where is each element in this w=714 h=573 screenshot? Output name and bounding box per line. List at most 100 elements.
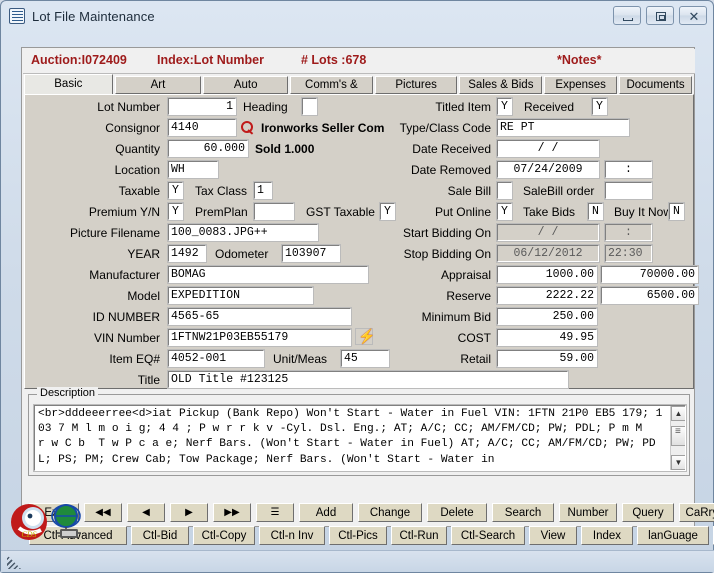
resize-grip[interactable] (7, 555, 21, 569)
model-input[interactable]: EXPEDITION (168, 287, 313, 304)
appraisal-input[interactable]: 1000.00 (497, 266, 597, 283)
carry-off-button[interactable]: CaRry Off (679, 503, 714, 522)
index-button[interactable]: Index (581, 526, 633, 545)
start-bidding-input[interactable]: / / (497, 224, 599, 241)
add-button[interactable]: Add (299, 503, 353, 522)
type-class-input[interactable]: RE PT (497, 119, 629, 136)
scroll-up-button[interactable]: ▲ (671, 406, 686, 421)
sale-bill-label: Sale Bill (377, 184, 491, 199)
minimize-button[interactable] (613, 6, 641, 25)
maximize-button[interactable] (646, 6, 674, 25)
query-button[interactable]: Query (622, 503, 674, 522)
previous-record-button[interactable]: ◀ (127, 503, 165, 522)
last-record-button[interactable]: ▶▶ (213, 503, 251, 522)
reserve-input[interactable]: 2222.22 (497, 287, 597, 304)
ctl-bid-button[interactable]: Ctl-Bid (131, 526, 189, 545)
tab-documents[interactable]: Documents (619, 76, 692, 94)
close-button[interactable]: ✕ (679, 6, 707, 25)
item-eq-label: Item EQ# (35, 352, 160, 367)
sale-bill-input[interactable] (497, 182, 512, 199)
manufacturer-label: Manufacturer (35, 268, 160, 283)
lot-number-input[interactable]: 1 (168, 98, 236, 115)
premium-input[interactable]: Y (168, 203, 183, 220)
retail-input[interactable]: 59.00 (497, 350, 597, 367)
date-removed-input[interactable]: 07/24/2009 (497, 161, 599, 178)
tax-class-input[interactable]: 1 (254, 182, 272, 199)
id-number-label: ID NUMBER (35, 310, 160, 325)
scroll-down-button[interactable]: ▼ (671, 455, 686, 470)
tab-strip: Basic Art Auto Comm's & Notes Pictures S… (24, 74, 694, 94)
picture-filename-input[interactable]: 100_0083.JPG++ (168, 224, 318, 241)
heading-input[interactable] (302, 98, 317, 115)
tab-comms-notes[interactable]: Comm's & Notes (290, 76, 373, 94)
taxable-label: Taxable (35, 184, 160, 199)
view-button[interactable]: View (529, 526, 577, 545)
next-record-button[interactable]: ▶ (170, 503, 208, 522)
tab-art[interactable]: Art (115, 76, 202, 94)
titled-item-input[interactable]: Y (497, 98, 512, 115)
first-record-button[interactable]: ◀◀ (84, 503, 122, 522)
stop-bidding-input[interactable]: 06/12/2012 (497, 245, 599, 262)
put-online-input[interactable]: Y (497, 203, 512, 220)
tab-pictures[interactable]: Pictures (375, 76, 458, 94)
consignor-input[interactable]: 4140 (168, 119, 236, 136)
sold-quantity-text: Sold 1.000 (255, 142, 314, 157)
change-button[interactable]: Change (358, 503, 422, 522)
appraisal-label: Appraisal (377, 268, 491, 283)
ctl-search-button[interactable]: Ctl-Search (451, 526, 525, 545)
received-input[interactable]: Y (592, 98, 607, 115)
date-received-input[interactable]: / / (497, 140, 599, 157)
magnifier-icon[interactable] (238, 119, 257, 136)
tab-sales-bids[interactable]: Sales & Bids (459, 76, 542, 94)
year-input[interactable]: 1492 (168, 245, 206, 262)
premplan-input[interactable] (254, 203, 294, 220)
tab-basic[interactable]: Basic (24, 74, 113, 94)
item-eq-input[interactable]: 4052-001 (168, 350, 264, 367)
put-online-label: Put Online (377, 205, 491, 220)
lot-number-label: Lot Number (35, 100, 160, 115)
description-textarea[interactable]: <br>dddeeerree<d>iat Pickup (Bank Repo) … (34, 405, 686, 471)
vin-number-input[interactable]: 1FTNW21P03EB55179 (168, 329, 351, 346)
take-bids-input[interactable]: N (588, 203, 603, 220)
salebill-order-input[interactable] (605, 182, 652, 199)
taxable-input[interactable]: Y (168, 182, 183, 199)
odometer-label: Odometer (215, 247, 268, 262)
manufacturer-input[interactable]: BOMAG (168, 266, 368, 283)
stop-bidding-time-input[interactable]: 22:30 (605, 245, 652, 262)
picture-filename-label: Picture Filename (35, 226, 160, 241)
reserve-high-input[interactable]: 6500.00 (601, 287, 698, 304)
title-input[interactable]: OLD Title #123125 (168, 371, 568, 388)
buy-it-now-input[interactable]: N (669, 203, 684, 220)
date-removed-time-input[interactable]: : (605, 161, 652, 178)
number-button[interactable]: Number (559, 503, 617, 522)
quantity-input[interactable]: 60.000 (168, 140, 248, 157)
scroll-thumb[interactable] (671, 426, 686, 446)
notes-indicator[interactable]: *Notes* (557, 53, 601, 67)
appraisal-high-input[interactable]: 70000.00 (601, 266, 698, 283)
type-class-label: Type/Class Code (377, 121, 491, 136)
description-legend: Description (37, 387, 98, 399)
ctl-n-inv-button[interactable]: Ctl-n Inv (259, 526, 325, 545)
cost-input[interactable]: 49.95 (497, 329, 597, 346)
location-input[interactable]: WH (168, 161, 218, 178)
print-button[interactable]: ☰ (256, 503, 294, 522)
window-controls: ✕ (613, 6, 707, 25)
start-bidding-time-input[interactable]: : (605, 224, 652, 241)
description-scrollbar[interactable]: ▲ ▼ (670, 406, 685, 470)
lot-count-label: # Lots :678 (301, 53, 366, 67)
odometer-input[interactable]: 103907 (282, 245, 340, 262)
ctl-copy-button[interactable]: Ctl-Copy (193, 526, 255, 545)
quantity-label: Quantity (35, 142, 160, 157)
tab-expenses[interactable]: Expenses (544, 76, 617, 94)
lot-form-panel: Auction:I072409 Index:Lot Number # Lots … (21, 47, 695, 527)
language-button[interactable]: lanGuage (637, 526, 709, 545)
search-button[interactable]: Search (492, 503, 554, 522)
tab-auto[interactable]: Auto (203, 76, 288, 94)
ctl-run-button[interactable]: Ctl-Run (391, 526, 447, 545)
delete-button[interactable]: Delete (427, 503, 487, 522)
lightning-bolt-icon[interactable] (355, 328, 373, 345)
id-number-input[interactable]: 4565-65 (168, 308, 351, 325)
minimum-bid-input[interactable]: 250.00 (497, 308, 597, 325)
gst-taxable-label: GST Taxable (306, 205, 375, 220)
ctl-pics-button[interactable]: Ctl-Pics (329, 526, 387, 545)
